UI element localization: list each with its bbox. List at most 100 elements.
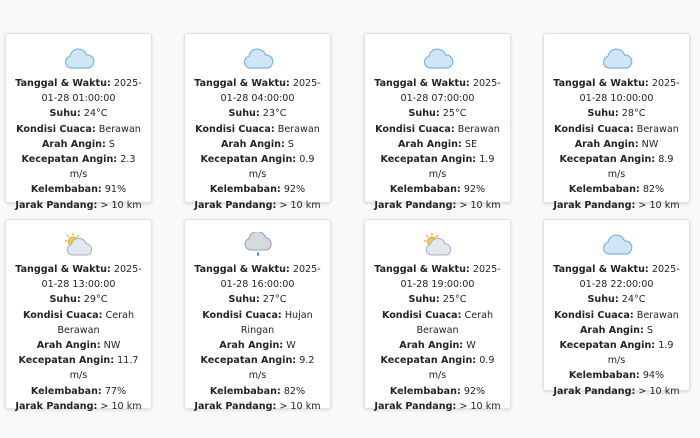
wind-speed-label: Kecepatan Angin: [380, 355, 477, 367]
visibility-row: Jarak Pandang: > 10 km [550, 384, 683, 399]
wind-speed-row: Kecepatan Angin: 0.9 m/s [371, 353, 504, 383]
visibility-value: > 10 km [638, 199, 680, 211]
condition-value: Berawan [636, 123, 679, 135]
temp-label: Suhu: [587, 294, 619, 306]
humidity-value: 77% [104, 385, 127, 397]
wind-dir-label: Arah Angin: [219, 340, 284, 352]
datetime-row: Tanggal & Waktu: 2025-01-28 07:00:00 [371, 76, 504, 106]
visibility-row: Jarak Pandang: > 10 km [12, 198, 145, 213]
cloud-icon [600, 232, 634, 257]
wind-dir-row: Arah Angin: S [12, 137, 145, 152]
wind-dir-label: Arah Angin: [399, 340, 464, 352]
cloud-icon [600, 46, 634, 71]
wind-speed-row: Kecepatan Angin: 1.9 m/s [550, 338, 683, 368]
wind-dir-label: Arah Angin: [36, 340, 101, 352]
wind-dir-value: S [108, 138, 116, 150]
cloud-icon [62, 46, 96, 71]
visibility-value: > 10 km [638, 385, 680, 397]
forecast-card: Tanggal & Waktu: 2025-01-28 22:00:00 Suh… [543, 219, 690, 397]
visibility-label: Jarak Pandang: [15, 199, 98, 211]
temp-row: Suhu: 27°C [191, 292, 324, 307]
datetime-row: Tanggal & Waktu: 2025-01-28 16:00:00 [191, 262, 324, 292]
temp-row: Suhu: 29°C [12, 292, 145, 307]
condition-label: Kondisi Cuaca: [554, 123, 634, 135]
condition-row: Kondisi Cuaca: Berawan [12, 122, 145, 137]
datetime-row: Tanggal & Waktu: 2025-01-28 01:00:00 [12, 76, 145, 106]
visibility-value: > 10 km [279, 199, 321, 211]
visibility-label: Jarak Pandang: [374, 400, 457, 412]
condition-row: Kondisi Cuaca: Cerah Berawan [12, 308, 145, 338]
temp-value: 23°C [262, 108, 287, 120]
wind-speed-row: Kecepatan Angin: 0.9 m/s [191, 152, 324, 182]
forecast-card: Tanggal & Waktu: 2025-01-28 19:00:00 Suh… [364, 219, 511, 412]
temp-value: 28°C [621, 108, 646, 120]
wind-dir-row: Arah Angin: NW [550, 137, 683, 152]
cloud-icon [241, 46, 275, 71]
datetime-row: Tanggal & Waktu: 2025-01-28 13:00:00 [12, 262, 145, 292]
visibility-value: > 10 km [459, 400, 501, 412]
condition-row: Kondisi Cuaca: Berawan [550, 122, 683, 137]
visibility-value: > 10 km [459, 199, 501, 211]
humidity-label: Kelembaban: [209, 184, 281, 196]
temp-label: Suhu: [49, 294, 81, 306]
visibility-row: Jarak Pandang: > 10 km [371, 399, 504, 414]
forecast-card: Tanggal & Waktu: 2025-01-28 16:00:00 Suh… [184, 219, 331, 412]
humidity-label: Kelembaban: [209, 385, 281, 397]
humidity-label: Kelembaban: [568, 370, 640, 382]
weather-forecast-grid: Tanggal & Waktu: 2025-01-28 01:00:00 Suh… [0, 0, 700, 438]
wind-speed-label: Kecepatan Angin: [18, 355, 115, 367]
forecast-card: Tanggal & Waktu: 2025-01-28 01:00:00 Suh… [5, 33, 152, 211]
temp-label: Suhu: [408, 294, 440, 306]
wind-speed-label: Kecepatan Angin: [559, 340, 656, 352]
datetime-row: Tanggal & Waktu: 2025-01-28 10:00:00 [550, 76, 683, 106]
visibility-value: > 10 km [100, 199, 142, 211]
temp-row: Suhu: 25°C [371, 106, 504, 121]
humidity-label: Kelembaban: [389, 385, 461, 397]
datetime-row: Tanggal & Waktu: 2025-01-28 19:00:00 [371, 262, 504, 292]
wind-dir-label: Arah Angin: [220, 138, 285, 150]
wind-speed-label: Kecepatan Angin: [21, 154, 118, 166]
visibility-value: > 10 km [100, 400, 142, 412]
wind-dir-value: W [466, 340, 476, 352]
visibility-label: Jarak Pandang: [374, 199, 457, 211]
visibility-label: Jarak Pandang: [194, 199, 277, 211]
cloud-icon [421, 46, 455, 71]
datetime-label: Tanggal & Waktu: [553, 264, 649, 275]
wind-dir-value: W [286, 340, 296, 352]
datetime-row: Tanggal & Waktu: 2025-01-28 22:00:00 [550, 262, 683, 292]
temp-label: Suhu: [228, 294, 260, 306]
visibility-label: Jarak Pandang: [553, 385, 636, 397]
wind-speed-label: Kecepatan Angin: [559, 154, 656, 166]
humidity-value: 92% [463, 184, 486, 196]
humidity-row: Kelembaban: 77% [12, 384, 145, 399]
forecast-card: Tanggal & Waktu: 2025-01-28 13:00:00 Suh… [5, 219, 152, 412]
wind-dir-value: NW [641, 138, 659, 150]
humidity-label: Kelembaban: [30, 385, 102, 397]
datetime-label: Tanggal & Waktu: [15, 264, 111, 275]
condition-label: Kondisi Cuaca: [195, 123, 275, 135]
temp-value: 25°C [442, 108, 467, 120]
condition-row: Kondisi Cuaca: Berawan [371, 122, 504, 137]
wind-dir-row: Arah Angin: NW [12, 338, 145, 353]
humidity-row: Kelembaban: 94% [550, 368, 683, 383]
condition-label: Kondisi Cuaca: [202, 309, 282, 321]
temp-label: Suhu: [228, 108, 260, 120]
wind-dir-value: S [646, 324, 654, 336]
datetime-label: Tanggal & Waktu: [194, 78, 290, 89]
temp-row: Suhu: 25°C [371, 292, 504, 307]
temp-value: 24°C [83, 108, 108, 120]
humidity-row: Kelembaban: 92% [371, 384, 504, 399]
humidity-row: Kelembaban: 82% [191, 384, 324, 399]
forecast-card: Tanggal & Waktu: 2025-01-28 10:00:00 Suh… [543, 33, 690, 211]
wind-speed-label: Kecepatan Angin: [200, 355, 297, 367]
visibility-row: Jarak Pandang: > 10 km [191, 399, 324, 414]
condition-label: Kondisi Cuaca: [554, 309, 634, 321]
partly-sunny-icon [62, 232, 96, 257]
wind-dir-label: Arah Angin: [397, 138, 462, 150]
wind-speed-row: Kecepatan Angin: 11.7 m/s [12, 353, 145, 383]
forecast-card: Tanggal & Waktu: 2025-01-28 04:00:00 Suh… [184, 33, 331, 211]
humidity-value: 92% [283, 184, 306, 196]
visibility-label: Jarak Pandang: [15, 400, 98, 412]
humidity-row: Kelembaban: 91% [12, 182, 145, 197]
condition-label: Kondisi Cuaca: [22, 309, 103, 321]
